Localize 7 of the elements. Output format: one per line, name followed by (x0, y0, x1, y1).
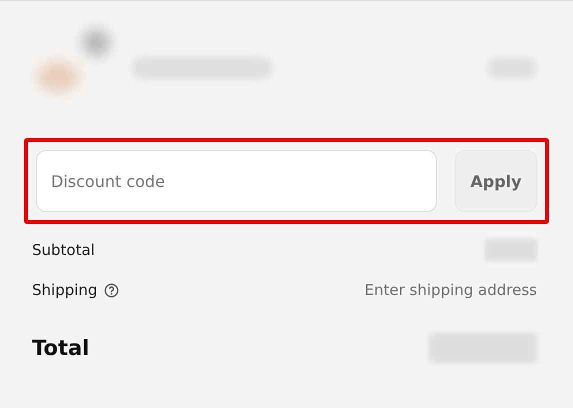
total-label: Total (32, 336, 90, 360)
summary-label: Shipping (32, 281, 98, 299)
discount-code-field[interactable]: Discount code (36, 150, 437, 212)
apply-button[interactable]: Apply (455, 150, 537, 212)
help-icon[interactable] (104, 282, 120, 298)
summary-label: Subtotal (32, 241, 95, 259)
shipping-note: Enter shipping address (364, 281, 537, 299)
